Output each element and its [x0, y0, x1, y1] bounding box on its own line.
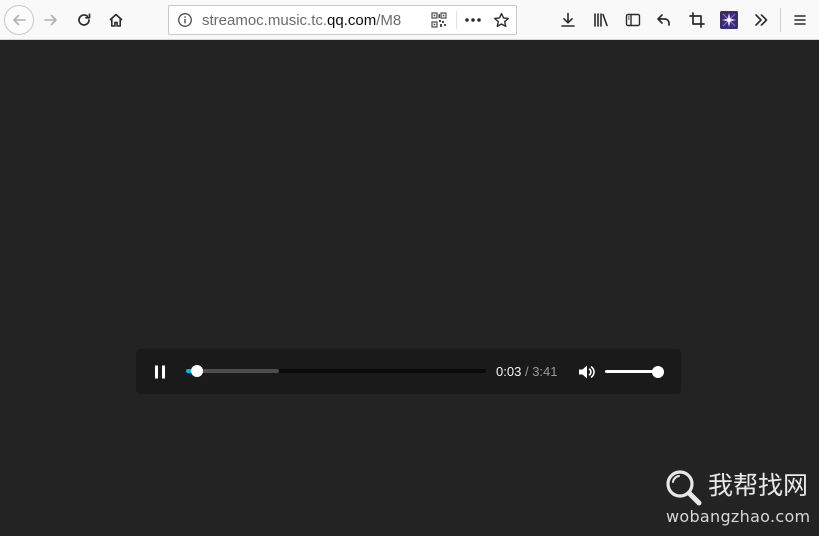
mute-button[interactable] — [576, 361, 598, 383]
bookmark-button[interactable] — [490, 9, 512, 31]
crop-icon — [689, 12, 705, 28]
duration: 3:41 — [532, 364, 558, 379]
qr-code-icon[interactable] — [431, 12, 447, 28]
home-button[interactable] — [102, 6, 130, 34]
download-icon — [561, 12, 575, 27]
overflow-button[interactable] — [747, 6, 775, 34]
magnifier-icon — [666, 470, 702, 506]
sidebar-button[interactable] — [619, 6, 647, 34]
browser-toolbar: streamoc.music.tc.qq.com/M8 — [0, 0, 819, 40]
watermark: 我帮找网 wobangzhao.com — [664, 467, 819, 536]
library-button[interactable] — [587, 6, 615, 34]
speaker-icon — [579, 365, 595, 379]
current-time: 0:03 — [496, 364, 522, 379]
forward-arrow-icon — [44, 14, 57, 26]
page-actions-button[interactable] — [462, 9, 484, 31]
url-prefix: streamoc.music.tc. — [202, 12, 328, 29]
double-chevron-icon — [755, 14, 768, 26]
watermark-title: 我帮找网 — [708, 471, 809, 500]
more-dots-icon — [465, 18, 481, 22]
extension-button[interactable] — [715, 6, 743, 34]
library-icon — [594, 13, 608, 27]
url-path: /M8 — [376, 12, 402, 29]
back-arrow-icon — [13, 14, 26, 26]
url-text[interactable]: streamoc.music.tc.qq.com/M8 — [202, 12, 426, 30]
url-domain: qq.com — [327, 12, 377, 29]
reload-button[interactable] — [70, 6, 98, 34]
url-separator — [456, 11, 457, 29]
reload-icon — [78, 13, 91, 26]
undo-button[interactable] — [650, 6, 678, 34]
main-menu-button[interactable] — [786, 6, 814, 34]
page-content: 0:03 / 3:41 — [0, 40, 819, 536]
star-icon — [493, 12, 509, 27]
seek-thumb[interactable] — [191, 365, 203, 377]
undo-icon — [657, 14, 670, 26]
pause-icon — [155, 365, 165, 379]
forward-button[interactable] — [37, 6, 65, 34]
info-icon[interactable] — [177, 12, 193, 28]
url-bar[interactable]: streamoc.music.tc.qq.com/M8 — [168, 5, 517, 35]
volume-thumb[interactable] — [652, 365, 664, 378]
time-separator: / — [524, 364, 529, 379]
time-display: 0:03 / 3:41 — [496, 363, 558, 381]
screenshot-button[interactable] — [683, 6, 711, 34]
toolbar-separator — [780, 8, 781, 32]
extension-icon — [720, 11, 738, 29]
sidebar-icon — [625, 13, 641, 27]
volume-slider[interactable] — [605, 365, 664, 378]
watermark-url: wobangzhao.com — [666, 507, 811, 526]
downloads-button[interactable] — [554, 6, 582, 34]
url-fade — [404, 12, 426, 30]
audio-player: 0:03 / 3:41 — [136, 349, 681, 394]
volume-fill — [605, 370, 658, 373]
home-icon — [109, 13, 123, 27]
back-button[interactable] — [4, 5, 34, 35]
seek-bar[interactable] — [186, 365, 486, 377]
hamburger-menu-icon — [794, 15, 806, 25]
pause-button[interactable] — [149, 361, 171, 383]
